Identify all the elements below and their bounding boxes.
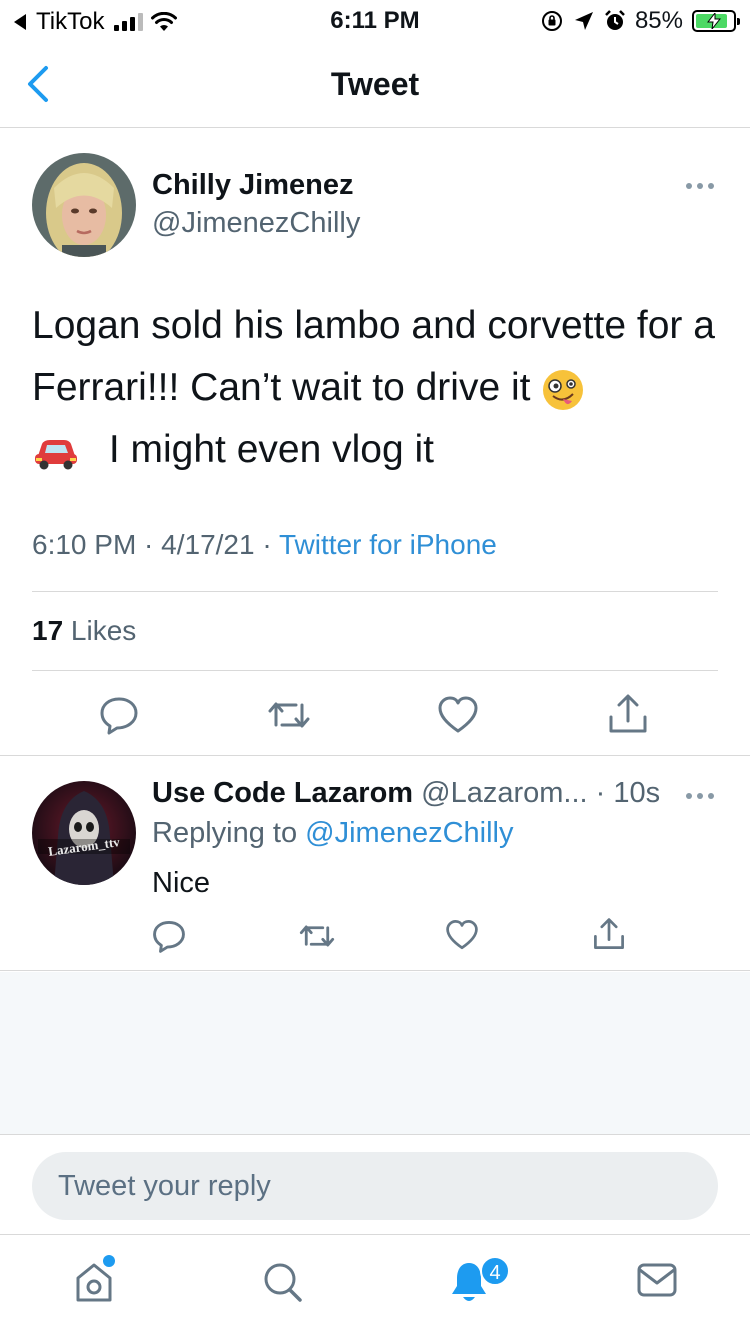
heart-icon: [446, 920, 478, 950]
tweet-text-part1: Logan sold his lambo and corvette for a …: [32, 304, 715, 409]
tweet-text: Logan sold his lambo and corvette for a …: [32, 295, 722, 481]
likes-count: 17: [32, 615, 64, 646]
tweet-source-link[interactable]: Twitter for iPhone: [279, 529, 497, 560]
tab-bar: 4: [0, 1236, 750, 1334]
main-tweet: Chilly Jimenez @JimenezChilly Logan sold…: [0, 129, 750, 756]
divider: [32, 670, 718, 671]
home-new-content-dot: [103, 1255, 115, 1267]
more-options-icon[interactable]: [686, 183, 714, 189]
tab-home[interactable]: [74, 1260, 114, 1309]
reply-input[interactable]: [32, 1152, 718, 1220]
reply-tweet[interactable]: Lazarom_ttv Use Code Lazarom @Lazarom...…: [0, 757, 750, 971]
author-name[interactable]: Chilly Jimenez: [152, 169, 353, 202]
reply-button[interactable]: [99, 695, 139, 740]
retweet-icon: [268, 702, 310, 728]
divider: [32, 591, 718, 592]
tweet-text-part2: I might even vlog it: [108, 428, 435, 471]
avatar-reaper-image: Lazarom_ttv: [32, 781, 136, 885]
search-icon: [264, 1263, 302, 1302]
author-avatar[interactable]: [32, 153, 136, 257]
replying-to: Replying to @JimenezChilly: [152, 817, 513, 850]
heart-icon: [438, 696, 478, 733]
page-title: Tweet: [330, 66, 420, 102]
reply-composer: [0, 1136, 750, 1235]
replying-prefix: Replying to: [152, 817, 306, 849]
nav-bar: Tweet: [0, 40, 750, 128]
retweet-icon: [299, 925, 335, 947]
messages-icon: [637, 1263, 677, 1297]
reply-author-avatar[interactable]: Lazarom_ttv: [32, 781, 136, 885]
tweet-meta: 6:10 PM · 4/17/21 · Twitter for iPhone: [32, 529, 497, 561]
orientation-lock-icon: [541, 11, 562, 31]
reply-more-options-icon[interactable]: [686, 793, 714, 799]
reply-retweet-button[interactable]: [298, 921, 336, 956]
likes-count-link[interactable]: 17 Likes: [32, 615, 136, 647]
tab-search[interactable]: [262, 1260, 304, 1309]
reply-author-name[interactable]: Use Code Lazarom: [152, 777, 413, 809]
alarm-icon: [605, 10, 625, 30]
avatar-portrait-image: [32, 153, 136, 257]
notifications-badge: 4: [480, 1256, 510, 1286]
reply-share-button[interactable]: [593, 917, 625, 956]
tab-messages[interactable]: [636, 1260, 678, 1305]
retweet-button[interactable]: [266, 697, 312, 738]
share-icon: [609, 694, 647, 733]
author-handle[interactable]: @JimenezChilly: [152, 207, 360, 240]
location-icon: [574, 12, 593, 30]
reply-icon: [100, 697, 138, 735]
replying-to-mention-link[interactable]: @JimenezChilly: [305, 817, 513, 849]
red-car-emoji-icon: [35, 439, 77, 470]
reply-icon: [153, 920, 185, 953]
status-bar: TikTok 6:11 PM 85%: [0, 0, 750, 40]
zany-face-emoji-icon: [543, 369, 584, 410]
share-icon: [594, 918, 624, 949]
battery-percent: 85%: [634, 7, 683, 34]
empty-thread-area: [0, 972, 750, 1135]
like-button[interactable]: [437, 695, 479, 740]
battery-icon: [692, 10, 740, 32]
likes-label: Likes: [63, 615, 137, 646]
reply-reply-button[interactable]: [152, 919, 186, 958]
share-button[interactable]: [608, 693, 648, 740]
reply-text: Nice: [152, 867, 211, 899]
reply-like-button[interactable]: [445, 919, 479, 956]
reply-header: Use Code Lazarom @Lazarom... · 10s: [152, 777, 660, 810]
reply-handle-time: @Lazarom... · 10s: [413, 777, 661, 809]
tweet-timestamp: 6:10 PM · 4/17/21 ·: [32, 529, 279, 560]
